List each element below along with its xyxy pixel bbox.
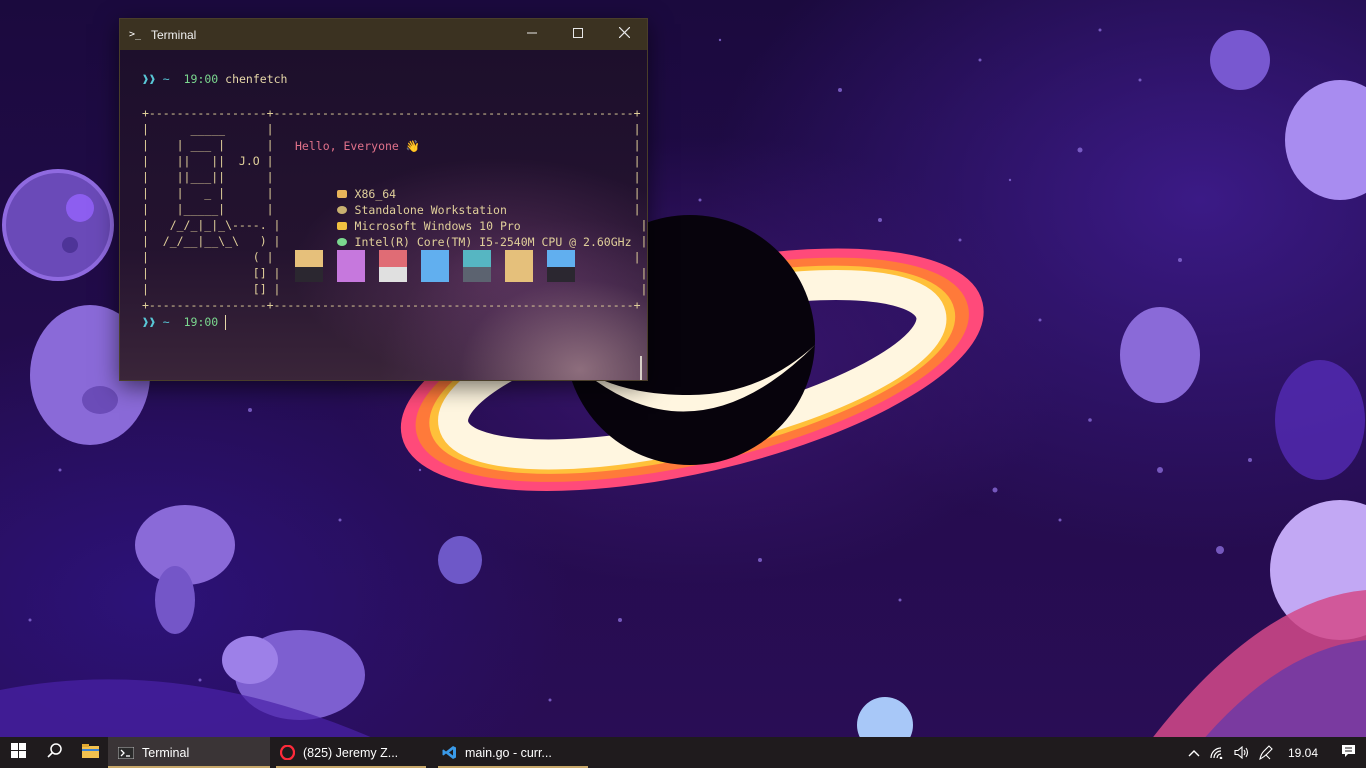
folder-icon [81, 743, 99, 762]
color-swatch [337, 250, 365, 282]
notification-center-button[interactable] [1330, 744, 1366, 761]
color-swatch [505, 250, 533, 282]
chevron-up-icon[interactable] [1182, 749, 1206, 757]
color-swatch [421, 250, 449, 282]
terminal-icon: >_ [129, 28, 142, 40]
fetch-greeting: Hello, Everyone 👋 [295, 139, 421, 153]
minimize-icon [527, 27, 537, 42]
system-tray: 19.04 [1182, 737, 1366, 768]
pen-icon[interactable] [1254, 745, 1278, 760]
opera-icon [280, 745, 295, 760]
notification-icon [1341, 744, 1356, 761]
prompt-line-current: ❱❱ ~ 19:00 [142, 315, 219, 329]
taskbar-item-terminal[interactable]: Terminal [108, 737, 270, 768]
minimize-button[interactable] [509, 19, 555, 50]
color-swatch [379, 250, 407, 282]
command-text: chenfetch [225, 72, 288, 86]
window-title: Terminal [151, 27, 197, 42]
terminal-output[interactable]: ❱❱ ~ 19:00 chenfetch +-----------------+… [120, 50, 647, 380]
title-bar[interactable]: >_ Terminal [120, 19, 647, 50]
maximize-button[interactable] [555, 19, 601, 50]
prompt-symbol: ❱❱ [142, 72, 156, 86]
text-cursor [225, 315, 226, 330]
color-swatch [547, 250, 575, 282]
prompt-cwd: ~ [162, 72, 170, 86]
close-button[interactable] [601, 19, 647, 50]
taskbar: Terminal (825) Jeremy Z... main.go - cur… [0, 737, 1366, 768]
taskbar-item-vscode[interactable]: main.go - curr... [432, 737, 594, 768]
file-explorer-button[interactable] [72, 737, 108, 768]
terminal-icon [118, 746, 134, 759]
search-button[interactable] [36, 737, 72, 768]
prompt-time: 19:00 [183, 72, 219, 86]
color-swatch [463, 250, 491, 282]
terminal-window[interactable]: >_ Terminal ❱❱ ~ 19:00 chenfetch +------… [119, 18, 648, 381]
vscode-icon [442, 745, 457, 760]
prompt-line: ❱❱ ~ 19:00 chenfetch [142, 71, 287, 87]
color-swatch [295, 250, 323, 282]
start-button[interactable] [0, 737, 36, 768]
wifi-icon[interactable] [1206, 746, 1230, 759]
close-icon [618, 26, 630, 42]
taskbar-clock[interactable]: 19.04 [1288, 746, 1318, 760]
cpu-icon [336, 238, 347, 246]
volume-icon[interactable] [1230, 746, 1254, 759]
taskbar-item-opera[interactable]: (825) Jeremy Z... [270, 737, 432, 768]
search-icon [46, 743, 62, 762]
maximize-icon [573, 27, 583, 42]
windows-logo-icon [10, 743, 26, 762]
scrollbar-thumb[interactable] [640, 356, 642, 380]
